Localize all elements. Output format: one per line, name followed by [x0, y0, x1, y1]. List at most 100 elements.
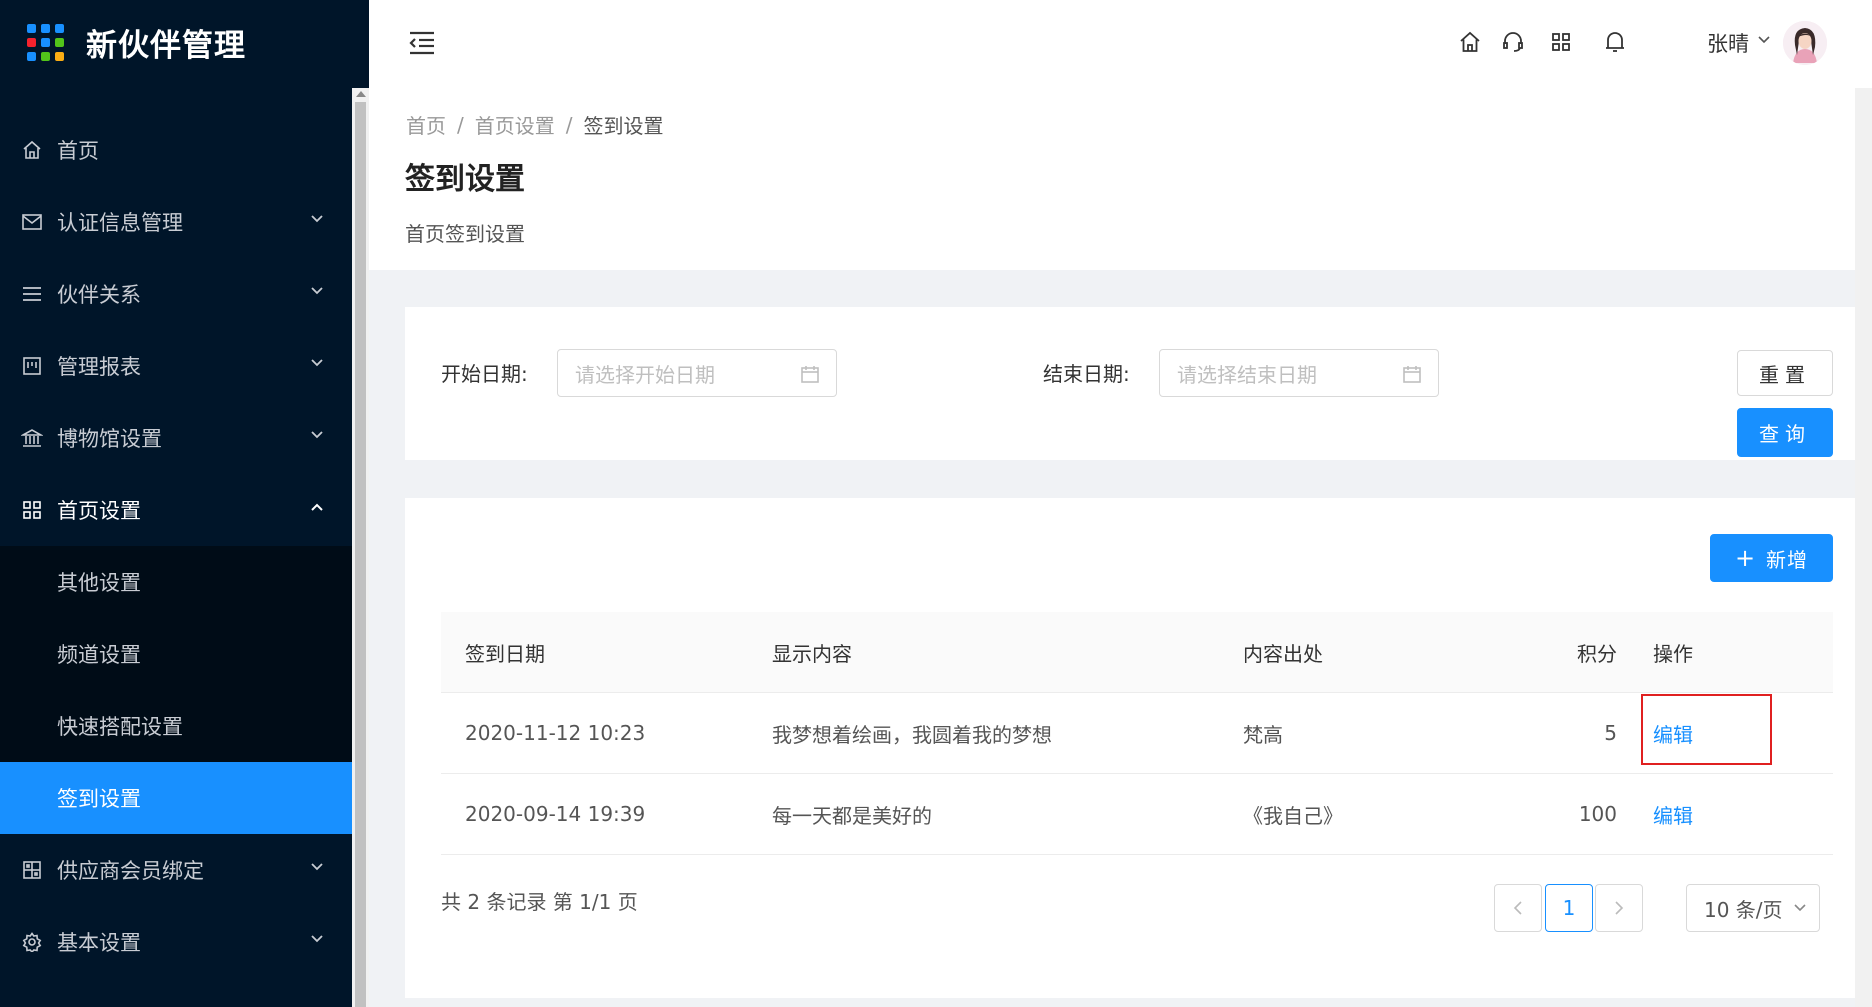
- calendar-icon: [1403, 366, 1421, 383]
- cell-date: 2020-11-12 10:23: [465, 721, 646, 745]
- apps-icon[interactable]: [1548, 29, 1574, 55]
- app-logo[interactable]: 新伙伴管理: [0, 0, 369, 84]
- sidebar-subitem-label: 快速搭配设置: [57, 715, 183, 739]
- logo-grid-icon: [27, 23, 64, 61]
- sidebar-subitem-label: 频道设置: [57, 643, 141, 667]
- add-button[interactable]: + 新增: [1710, 534, 1833, 582]
- breadcrumb-separator: /: [565, 112, 573, 137]
- sidebar-item-partners[interactable]: 伙伴关系: [0, 258, 352, 330]
- top-header: 张晴: [369, 0, 1872, 88]
- bell-icon[interactable]: [1602, 29, 1628, 55]
- end-date-input[interactable]: 请选择结束日期: [1159, 349, 1439, 397]
- add-button-label: 新增: [1766, 547, 1809, 572]
- chevron-right-icon: [1615, 901, 1624, 915]
- sidebar-subitem-checkin[interactable]: 签到设置: [0, 762, 352, 834]
- user-name[interactable]: 张晴: [1707, 28, 1749, 58]
- menu-fold-icon[interactable]: [407, 28, 437, 58]
- end-date-label: 结束日期:: [1043, 362, 1130, 386]
- edit-link[interactable]: 编辑: [1653, 693, 1693, 773]
- prev-page-button[interactable]: [1494, 884, 1542, 932]
- cell-points: 100: [1578, 802, 1617, 826]
- page-title: 签到设置: [405, 162, 525, 197]
- column-header-source: 内容出处: [1243, 641, 1323, 666]
- chevron-down-icon[interactable]: [1757, 35, 1771, 45]
- sidebar-item-museum[interactable]: 博物馆设置: [0, 402, 352, 474]
- column-header-date: 签到日期: [465, 641, 545, 666]
- page-size-value: 10 条/页: [1704, 897, 1783, 922]
- next-page-button[interactable]: [1595, 884, 1643, 932]
- table-row: 2020-09-14 19:39 每一天都是美好的 《我自己》 100 编辑: [441, 774, 1833, 855]
- sidebar-item-homepage-settings[interactable]: 首页设置: [0, 474, 352, 546]
- sidebar-item-label: 首页: [57, 139, 99, 163]
- sidebar-item-home[interactable]: 首页: [0, 114, 352, 186]
- sidebar-scrollbar[interactable]: [352, 88, 369, 1007]
- scroll-up-arrow-icon[interactable]: [356, 91, 366, 97]
- cell-content: 我梦想着绘画，我圆着我的梦想: [772, 722, 1052, 747]
- cell-content: 每一天都是美好的: [772, 803, 932, 828]
- cell-source: 梵高: [1243, 722, 1283, 747]
- grid-icon: [21, 859, 43, 881]
- table-header-row: 签到日期 显示内容 内容出处 积分 操作: [441, 612, 1833, 693]
- sidebar-item-label: 管理报表: [57, 355, 141, 379]
- column-header-content: 显示内容: [772, 641, 852, 666]
- headset-icon[interactable]: [1500, 29, 1526, 55]
- calendar-icon: [801, 366, 819, 383]
- bank-icon: [21, 427, 43, 449]
- chevron-left-icon: [1513, 901, 1522, 915]
- sidebar: 新伙伴管理 首页 认证信息管理 伙伴关系 管理报表 博物馆设置 首页设置 其他设…: [0, 0, 369, 1007]
- start-date-input[interactable]: 请选择开始日期: [557, 349, 837, 397]
- menu-lines-icon: [21, 283, 43, 305]
- cell-source: 《我自己》: [1243, 803, 1343, 828]
- plus-icon: +: [1734, 544, 1757, 572]
- breadcrumb-item-homepage-settings[interactable]: 首页设置: [475, 110, 555, 139]
- breadcrumb-item-current: 签到设置: [583, 114, 664, 138]
- sidebar-menu: 首页 认证信息管理 伙伴关系 管理报表 博物馆设置 首页设置 其他设置 频道设置…: [0, 114, 352, 978]
- chevron-down-icon: [1794, 904, 1806, 912]
- sidebar-item-basic-settings[interactable]: 基本设置: [0, 906, 352, 978]
- home-icon[interactable]: [1457, 29, 1483, 55]
- column-header-points: 积分: [1577, 641, 1617, 666]
- sidebar-subitem-label: 其他设置: [57, 571, 141, 595]
- page-size-select[interactable]: 10 条/页: [1686, 884, 1820, 932]
- query-button[interactable]: 查询: [1737, 408, 1833, 457]
- sidebar-item-label: 认证信息管理: [57, 211, 183, 235]
- appstore-icon: [21, 499, 43, 521]
- cell-points: 5: [1604, 721, 1617, 745]
- chevron-down-icon: [311, 863, 323, 871]
- chevron-down-icon: [311, 359, 323, 367]
- sidebar-item-label: 供应商会员绑定: [57, 859, 204, 883]
- sidebar-item-label: 伙伴关系: [57, 283, 141, 307]
- table-row: 2020-11-12 10:23 我梦想着绘画，我圆着我的梦想 梵高 5 编辑: [441, 693, 1833, 774]
- sidebar-item-supplier-binding[interactable]: 供应商会员绑定: [0, 834, 352, 906]
- search-card: 开始日期: 请选择开始日期 结束日期: 请选择结束日期 重置 查询: [405, 307, 1866, 460]
- start-date-placeholder: 请选择开始日期: [575, 362, 715, 387]
- mail-icon: [21, 211, 43, 233]
- chevron-down-icon: [311, 215, 323, 223]
- reset-button[interactable]: 重置: [1737, 350, 1833, 396]
- gear-icon: [21, 931, 43, 953]
- sidebar-item-reports[interactable]: 管理报表: [0, 330, 352, 402]
- page-header: 首页 / 首页设置 / 签到设置 签到设置 首页签到设置: [369, 88, 1872, 270]
- sidebar-item-auth[interactable]: 认证信息管理: [0, 186, 352, 258]
- page-button-current[interactable]: 1: [1545, 884, 1593, 932]
- breadcrumb-separator: /: [457, 112, 464, 137]
- cell-date: 2020-09-14 19:39: [465, 802, 646, 826]
- sidebar-item-label: 首页设置: [57, 499, 141, 523]
- app-title: 新伙伴管理: [86, 27, 246, 64]
- sidebar-subitem-quick-match[interactable]: 快速搭配设置: [0, 690, 352, 762]
- edit-link[interactable]: 编辑: [1653, 774, 1693, 854]
- report-icon: [21, 355, 43, 377]
- main-scrollbar[interactable]: [1855, 88, 1872, 1007]
- page-description: 首页签到设置: [405, 222, 525, 246]
- submenu-homepage-settings: 其他设置 频道设置 快速搭配设置 签到设置: [0, 546, 352, 834]
- breadcrumb-item-home[interactable]: 首页: [406, 110, 446, 139]
- start-date-label: 开始日期:: [441, 362, 528, 386]
- sidebar-item-label: 博物馆设置: [57, 427, 162, 451]
- sidebar-scrollbar-thumb[interactable]: [355, 102, 366, 1007]
- sidebar-subitem-channel[interactable]: 频道设置: [0, 618, 352, 690]
- chevron-down-icon: [311, 935, 323, 943]
- breadcrumb: 首页 / 首页设置 / 签到设置: [406, 110, 664, 139]
- sidebar-subitem-other[interactable]: 其他设置: [0, 546, 352, 618]
- end-date-placeholder: 请选择结束日期: [1177, 362, 1317, 387]
- avatar[interactable]: [1783, 21, 1827, 65]
